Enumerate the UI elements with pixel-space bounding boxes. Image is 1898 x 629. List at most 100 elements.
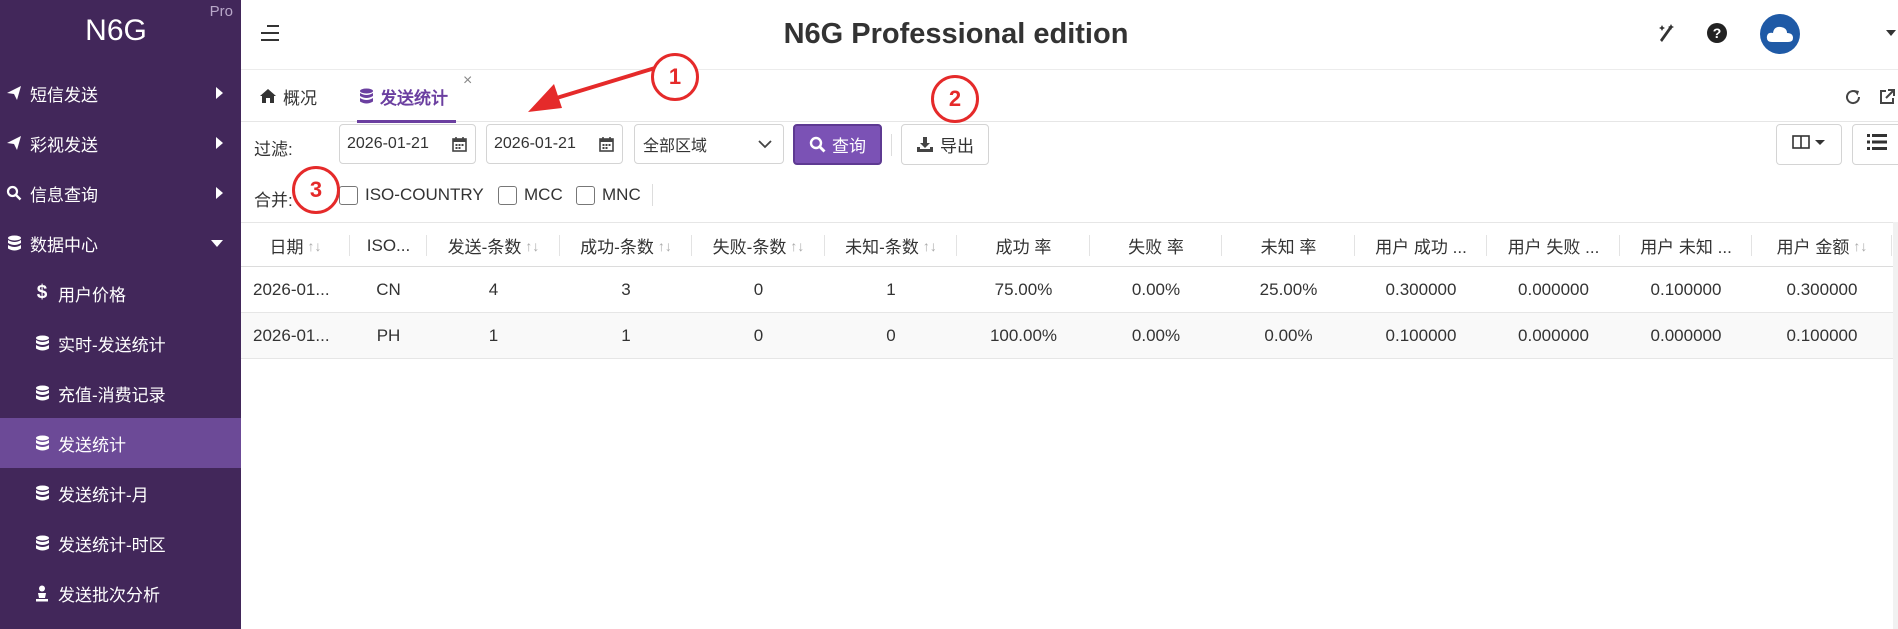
sidebar: N6G Pro 短信发送 彩视发送 信息查询 数据中心 $ 用户价格 实时-发送… <box>0 0 241 629</box>
column-header-sent[interactable]: 发送-条数 ↑↓ <box>427 223 560 268</box>
sort-icon[interactable]: ↑↓ <box>1853 238 1867 254</box>
vertical-scrollbar[interactable] <box>1893 222 1898 629</box>
sidebar-item-label: 发送统计 <box>58 435 126 455</box>
date-from-input[interactable]: 2026-01-21 <box>339 124 476 164</box>
filter-label: 过滤: <box>254 140 293 159</box>
sidebar-item-user-price[interactable]: $ 用户价格 <box>0 268 241 318</box>
column-header-iso[interactable]: ISO... <box>350 223 427 268</box>
table-cell: 2026-01... <box>253 280 330 299</box>
merge-option-iso-country[interactable]: ISO-COUNTRY <box>339 185 484 205</box>
table-cell: 1 <box>488 326 499 345</box>
database-icon <box>28 435 56 452</box>
tab-label: 发送统计 <box>380 88 448 108</box>
column-header-unknown-rate[interactable]: 未知 率 <box>1222 223 1355 268</box>
sidebar-item-label: 彩视发送 <box>30 135 98 155</box>
divider <box>652 184 653 206</box>
search-icon <box>809 136 826 153</box>
close-icon[interactable]: × <box>463 72 472 90</box>
checkbox[interactable] <box>576 185 595 205</box>
sidebar-item-send-stats-month[interactable]: 发送统计-月 <box>0 468 241 518</box>
database-icon <box>359 88 374 105</box>
checkbox-label: MNC <box>602 185 641 204</box>
chevron-right-icon <box>216 187 223 199</box>
table-cell: 0 <box>886 326 896 345</box>
column-header-user-success[interactable]: 用户 成功 ... <box>1355 223 1487 268</box>
table-header: 日期 ↑↓ ISO... 发送-条数 ↑↓ 成功-条数 ↑↓ 失败-条数 ↑↓ 未知-条… <box>241 222 1898 267</box>
table-cell: 0.00% <box>1131 280 1181 299</box>
database-icon <box>28 385 56 402</box>
query-button[interactable]: 查询 <box>793 124 882 165</box>
sort-icon[interactable]: ↑↓ <box>658 238 672 254</box>
column-header-date[interactable]: 日期 ↑↓ <box>241 223 350 268</box>
chevron-right-icon <box>216 137 223 149</box>
refresh-icon[interactable] <box>1840 84 1866 110</box>
sort-icon[interactable]: ↑↓ <box>790 238 804 254</box>
top-header: N6G Professional edition ? <box>241 0 1898 70</box>
column-header-unknown[interactable]: 未知-条数 ↑↓ <box>825 223 957 268</box>
paper-plane-icon <box>0 135 28 151</box>
table-cell: 0.300000 <box>1786 280 1858 299</box>
sidebar-item-sms-send[interactable]: 短信发送 <box>0 68 241 118</box>
sort-icon[interactable]: ↑↓ <box>923 238 937 254</box>
page-title: N6G Professional edition <box>783 18 1129 50</box>
table-row[interactable]: 2026-01... PH 1 1 0 0 100.00% 0.00% 0.00… <box>241 313 1898 359</box>
calendar-icon <box>599 136 614 157</box>
column-header-user-fail[interactable]: 用户 失败 ... <box>1487 223 1620 268</box>
checkbox[interactable] <box>339 185 358 205</box>
sort-icon[interactable]: ↑↓ <box>308 238 322 254</box>
column-header-success[interactable]: 成功-条数 ↑↓ <box>560 223 692 268</box>
table-cell: 0.000000 <box>1518 326 1589 345</box>
sidebar-item-label: 数据中心 <box>30 235 98 255</box>
sidebar-item-realtime-stats[interactable]: 实时-发送统计 <box>0 318 241 368</box>
tab-label: 概况 <box>283 88 317 108</box>
columns-toggle-button[interactable] <box>1776 124 1842 165</box>
export-button[interactable]: 导出 <box>901 124 989 165</box>
sidebar-item-label: 用户价格 <box>58 285 126 305</box>
annotation-marker-3: 3 <box>292 166 340 214</box>
merge-option-mcc[interactable]: MCC <box>498 185 563 205</box>
table-cell: 0.100000 <box>1786 326 1858 345</box>
tab-send-stats[interactable]: 发送统计 <box>357 70 456 123</box>
sidebar-item-recharge-records[interactable]: 充值-消费记录 <box>0 368 241 418</box>
calendar-icon <box>452 136 467 157</box>
merge-option-mnc[interactable]: MNC <box>576 185 641 205</box>
avatar[interactable] <box>1760 14 1800 54</box>
sidebar-item-data-center[interactable]: 数据中心 <box>0 218 241 268</box>
chevron-down-icon <box>211 240 223 247</box>
column-header-user-amount[interactable]: 用户 金额 ↑↓ <box>1752 223 1892 268</box>
column-header-user-unknown[interactable]: 用户 未知 ... <box>1620 223 1752 268</box>
table-cell: 0.100000 <box>1650 280 1722 299</box>
sidebar-item-send-stats-timezone[interactable]: 发送统计-时区 <box>0 518 241 568</box>
chevron-down-icon[interactable] <box>1886 30 1896 36</box>
brand-badge: Pro <box>209 3 233 20</box>
sidebar-item-label: 发送统计-月 <box>58 485 149 505</box>
dollar-icon: $ <box>36 282 48 303</box>
table-row[interactable]: 2026-01... CN 4 3 0 1 75.00% 0.00% 25.00… <box>241 267 1898 313</box>
brand-title: N6G <box>85 14 147 47</box>
sidebar-item-send-stats[interactable]: 发送统计 <box>0 418 241 468</box>
column-header-fail-rate[interactable]: 失败 率 <box>1090 223 1222 268</box>
sort-icon[interactable]: ↑↓ <box>525 238 539 254</box>
help-icon[interactable]: ? <box>1702 18 1732 48</box>
list-view-button[interactable] <box>1852 124 1898 165</box>
annotation-arrow <box>528 66 656 112</box>
sidebar-item-info-query[interactable]: 信息查询 <box>0 168 241 218</box>
column-header-success-rate[interactable]: 成功 率 <box>957 223 1090 268</box>
table-cell: 4 <box>488 280 499 299</box>
column-header-failed[interactable]: 失败-条数 ↑↓ <box>692 223 825 268</box>
menu-toggle-icon[interactable] <box>261 24 281 42</box>
table-cell: 25.00% <box>1259 280 1318 299</box>
svg-text:?: ? <box>1713 25 1722 41</box>
sparkles-icon[interactable] <box>1652 18 1682 48</box>
table-cell: 2026-01... <box>253 326 330 345</box>
sidebar-item-batch-analysis[interactable]: 发送批次分析 <box>0 568 241 618</box>
tab-overview[interactable]: 概况 <box>259 70 317 122</box>
table-cell: CN <box>376 280 401 299</box>
list-icon <box>1866 133 1888 156</box>
brand: N6G Pro <box>0 0 241 64</box>
table-cell: 0.00% <box>1131 326 1181 345</box>
external-link-icon[interactable] <box>1874 84 1898 110</box>
table-cell: 0 <box>753 326 764 345</box>
sidebar-item-mms-send[interactable]: 彩视发送 <box>0 118 241 168</box>
checkbox[interactable] <box>498 185 517 205</box>
